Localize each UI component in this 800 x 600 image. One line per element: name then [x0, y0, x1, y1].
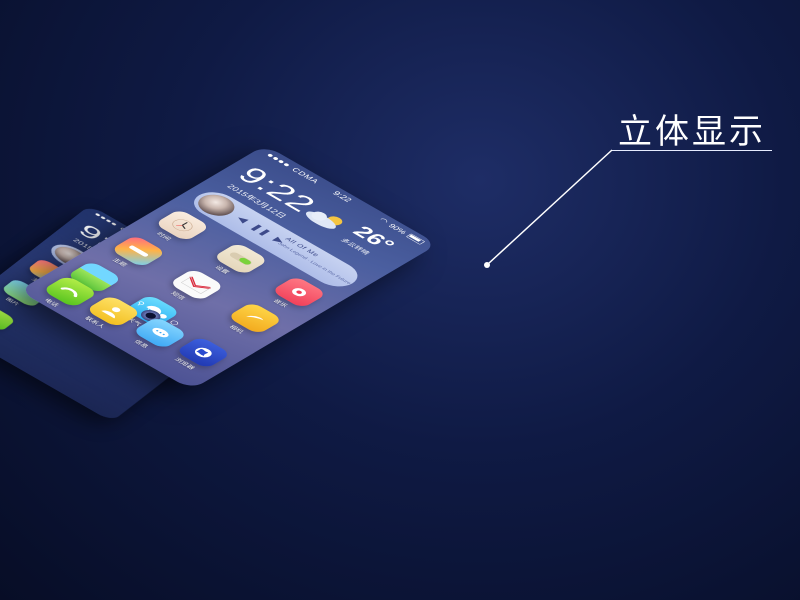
callout-underline: [612, 150, 772, 151]
showcase-scene: CDMA 9:22 ◠ 90% 9:22 2015年3月12日 26° 多云转晴: [0, 0, 800, 600]
callout-leader-line: [484, 149, 613, 268]
callout-title: 立体显示: [618, 112, 766, 152]
